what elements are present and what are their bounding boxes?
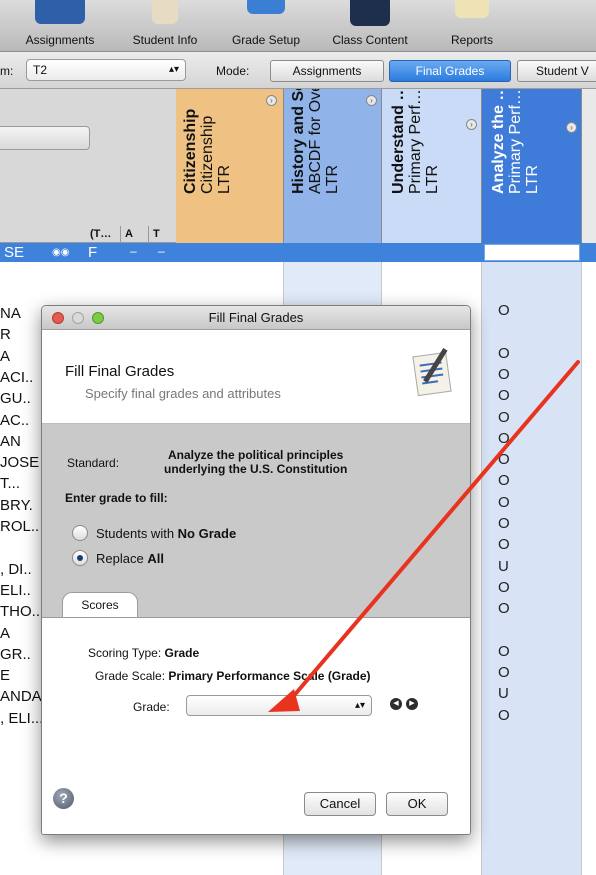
annotation-arrow <box>268 360 580 712</box>
arrow-shaft <box>284 360 580 707</box>
